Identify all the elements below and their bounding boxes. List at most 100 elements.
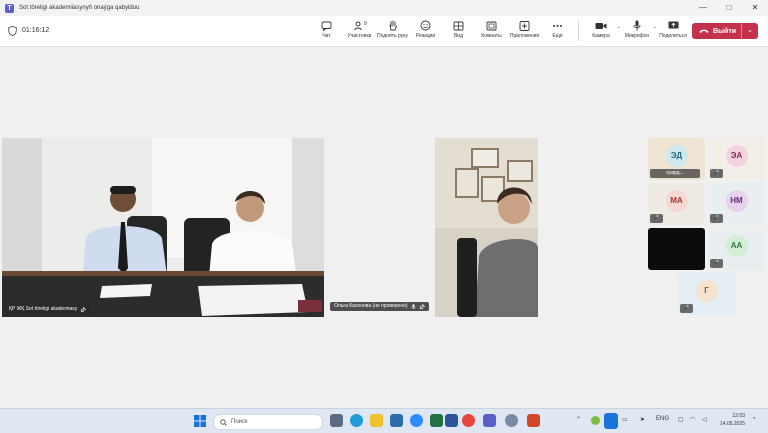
language-indicator[interactable]: ENG [656,416,669,422]
microphone-in-use-icon[interactable] [604,413,618,429]
chrome-icon[interactable] [462,414,475,427]
reactions-label: Реакции [415,33,436,39]
more-label: Ещё [552,33,563,39]
participant-tile[interactable]: ЭД хуард... [648,138,705,180]
avatar: НМ [725,190,748,212]
microphone-muted-icon [410,303,416,309]
share-label: Поделиться [659,33,687,39]
send-icon[interactable]: ➤ [640,416,645,423]
microphone-muted-icon: 🎤 [710,214,723,223]
share-button[interactable]: Поделиться [655,18,691,44]
participants-label: Участники [347,33,372,39]
conference-room-video [2,138,324,317]
more-button[interactable]: Ещё [541,18,574,44]
clock-time: 12:03 [732,413,746,419]
notifications-icon[interactable]: ◔ [752,416,756,422]
participant-tile[interactable]: НМ 🎤 [708,183,765,225]
volume-icon[interactable]: ◁ [702,416,707,423]
pin-icon[interactable] [80,306,87,313]
window-controls: — □ ✕ [690,0,768,16]
more-icon [553,24,562,27]
meeting-toolbar: 01:16:12 Чат 9 Участники Поднять руку Ре… [0,16,768,47]
avatar: АА [725,235,748,257]
participant-tile[interactable]: ЭА 🎤 [708,138,765,180]
share-screen-icon [668,21,678,29]
microphone-label: Микрофон [624,33,650,39]
wifi-icon[interactable]: ◠ [690,416,695,423]
camera-icon [595,22,607,29]
chevron-up-icon[interactable]: ⌃ [576,416,581,423]
maximize-button[interactable]: □ [716,0,742,16]
file-explorer-icon[interactable] [370,414,383,427]
video-tile-conference-room[interactable]: ҚР ЖҚ Sot töreligi akademiasy [2,138,324,317]
raise-hand-icon [389,20,397,31]
avatar: ЭД [665,145,688,167]
chat-label: Чат [322,33,331,39]
raise-hand-label: Поднять руку [377,33,408,39]
network-icon[interactable]: ▭ [622,416,628,423]
display-icon[interactable]: ▢ [678,416,684,423]
microphone-muted-icon: 🎤 [680,304,693,313]
close-button[interactable]: ✕ [742,0,768,16]
word-icon[interactable] [445,414,458,427]
apps-label: Приложения [509,33,540,39]
participant-name: Ольга Касенова (не проверено) [334,303,408,309]
reactions-button[interactable]: Реакции [409,18,442,44]
camera-label: Камера [592,33,610,39]
raise-hand-button[interactable]: Поднять руку [376,18,409,44]
windows-taskbar: Поиск ⌃ ▭ ➤ ENG ▢ ◠ ◁ 12:03 14.05.2025 ◔ [0,408,768,433]
search-placeholder: Поиск [231,419,248,425]
rooms-label: Комнаты [481,33,502,39]
powerpoint-icon[interactable] [527,414,540,427]
store-icon[interactable] [390,414,403,427]
camera-button[interactable]: Камера ⌄ [583,18,621,44]
chat-icon [321,21,332,31]
window-title: Sot töreligi akademiiasynyň onaýga qabyl… [19,5,140,11]
participant-tile[interactable]: Г 🎤 [678,273,735,315]
view-icon [453,21,464,30]
pin-icon[interactable] [419,303,425,310]
teams-icon[interactable] [483,414,496,427]
participants-button[interactable]: 9 Участники [343,18,376,44]
participant-tile[interactable]: МА 🎤 [648,183,705,225]
system-clock[interactable]: 12:03 14.05.2025 [720,412,745,428]
edge-icon[interactable] [350,414,363,427]
minimize-button[interactable]: — [690,0,716,16]
participant-tile-video-off[interactable] [648,228,705,270]
participant-name: ҚР ЖҚ Sot töreligi akademiasy [9,306,78,312]
task-view-icon[interactable] [330,414,343,427]
avatar: Г [695,280,718,302]
participant-video [435,138,538,317]
apps-icon [519,20,530,31]
app-tray-icon[interactable] [591,416,600,425]
teams-app-icon: T [5,3,14,13]
leave-button[interactable]: Выйти ⌄ [692,23,758,39]
chat-button[interactable]: Чат [310,18,343,44]
view-label: Вид [453,33,464,39]
hang-up-icon [699,29,709,34]
microphone-icon [633,20,641,31]
microphone-button[interactable]: Микрофон ⌄ [619,18,657,44]
participant-tile[interactable]: АА 🎤 [708,228,765,270]
leave-label: Выйти [713,27,737,35]
avatar: ЭА [725,145,748,167]
microphone-muted-icon: 🎤 [650,214,663,223]
rooms-button[interactable]: Комнаты [475,18,508,44]
view-button[interactable]: Вид [442,18,475,44]
rooms-icon [486,21,497,30]
windows-start-icon[interactable] [194,415,206,427]
zoom-icon[interactable] [410,414,423,427]
shield-icon [8,26,17,36]
participant-name-label: Ольга Касенова (не проверено) [330,302,429,311]
settings-icon[interactable] [505,414,518,427]
microphone-muted-icon: 🎤 [710,169,723,178]
taskbar-search[interactable]: Поиск [213,414,323,430]
meeting-timer: 01:16:12 [22,27,50,34]
participants-count: 9 [364,21,367,27]
search-icon [220,418,227,426]
chevron-down-icon[interactable]: ⌄ [741,23,758,39]
video-tile-participant[interactable] [435,138,538,317]
apps-button[interactable]: Приложения [508,18,541,44]
excel-icon[interactable] [430,414,443,427]
clock-date: 14.05.2025 [720,421,746,427]
